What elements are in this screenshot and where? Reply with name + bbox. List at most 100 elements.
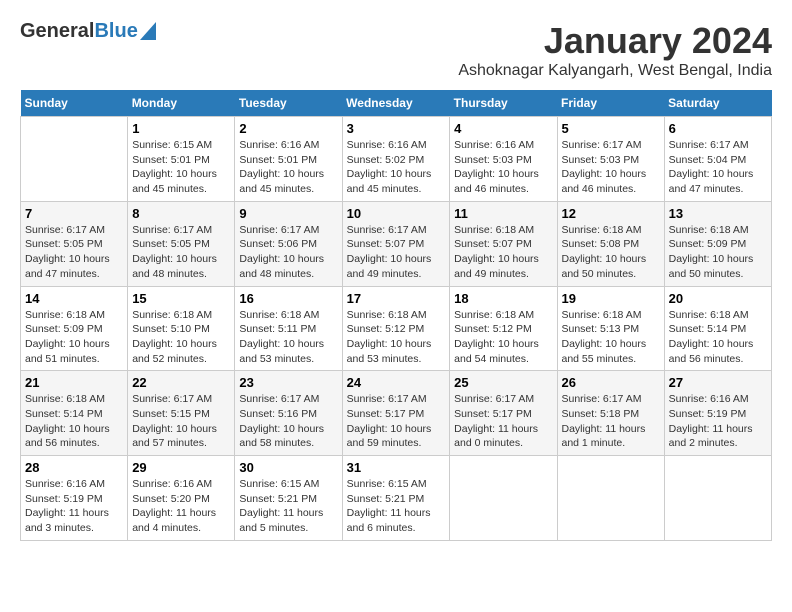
calendar-cell: 30 Sunrise: 6:15 AM Sunset: 5:21 PM Dayl… bbox=[235, 456, 342, 541]
day-info: Sunrise: 6:17 AM Sunset: 5:15 PM Dayligh… bbox=[132, 392, 230, 451]
column-header-saturday: Saturday bbox=[664, 90, 771, 117]
day-info: Sunrise: 6:18 AM Sunset: 5:14 PM Dayligh… bbox=[669, 308, 767, 367]
location-title: Ashoknagar Kalyangarh, West Bengal, Indi… bbox=[458, 62, 772, 80]
day-info: Sunrise: 6:16 AM Sunset: 5:02 PM Dayligh… bbox=[347, 138, 446, 197]
calendar-cell bbox=[450, 456, 557, 541]
day-number: 20 bbox=[669, 291, 767, 306]
day-info: Sunrise: 6:18 AM Sunset: 5:07 PM Dayligh… bbox=[454, 223, 552, 282]
calendar-cell: 31 Sunrise: 6:15 AM Sunset: 5:21 PM Dayl… bbox=[342, 456, 450, 541]
day-info: Sunrise: 6:18 AM Sunset: 5:14 PM Dayligh… bbox=[25, 392, 123, 451]
column-header-friday: Friday bbox=[557, 90, 664, 117]
calendar-cell: 23 Sunrise: 6:17 AM Sunset: 5:16 PM Dayl… bbox=[235, 371, 342, 456]
calendar-cell: 16 Sunrise: 6:18 AM Sunset: 5:11 PM Dayl… bbox=[235, 286, 342, 371]
day-info: Sunrise: 6:17 AM Sunset: 5:17 PM Dayligh… bbox=[454, 392, 552, 451]
logo-general-text: General bbox=[20, 20, 94, 43]
calendar-cell: 17 Sunrise: 6:18 AM Sunset: 5:12 PM Dayl… bbox=[342, 286, 450, 371]
day-number: 13 bbox=[669, 206, 767, 221]
day-number: 31 bbox=[347, 460, 446, 475]
day-info: Sunrise: 6:18 AM Sunset: 5:09 PM Dayligh… bbox=[25, 308, 123, 367]
calendar-cell: 13 Sunrise: 6:18 AM Sunset: 5:09 PM Dayl… bbox=[664, 201, 771, 286]
day-info: Sunrise: 6:18 AM Sunset: 5:10 PM Dayligh… bbox=[132, 308, 230, 367]
calendar-cell: 25 Sunrise: 6:17 AM Sunset: 5:17 PM Dayl… bbox=[450, 371, 557, 456]
calendar-week-5: 28 Sunrise: 6:16 AM Sunset: 5:19 PM Dayl… bbox=[21, 456, 772, 541]
calendar-cell: 8 Sunrise: 6:17 AM Sunset: 5:05 PM Dayli… bbox=[128, 201, 235, 286]
day-info: Sunrise: 6:17 AM Sunset: 5:16 PM Dayligh… bbox=[239, 392, 337, 451]
day-info: Sunrise: 6:17 AM Sunset: 5:06 PM Dayligh… bbox=[239, 223, 337, 282]
day-number: 7 bbox=[25, 206, 123, 221]
day-number: 4 bbox=[454, 121, 552, 136]
day-info: Sunrise: 6:17 AM Sunset: 5:17 PM Dayligh… bbox=[347, 392, 446, 451]
day-number: 18 bbox=[454, 291, 552, 306]
calendar-table: SundayMondayTuesdayWednesdayThursdayFrid… bbox=[20, 90, 772, 541]
calendar-cell: 19 Sunrise: 6:18 AM Sunset: 5:13 PM Dayl… bbox=[557, 286, 664, 371]
logo-blue-text: Blue bbox=[94, 20, 137, 43]
day-info: Sunrise: 6:16 AM Sunset: 5:19 PM Dayligh… bbox=[25, 477, 123, 536]
day-number: 11 bbox=[454, 206, 552, 221]
calendar-cell: 9 Sunrise: 6:17 AM Sunset: 5:06 PM Dayli… bbox=[235, 201, 342, 286]
day-number: 29 bbox=[132, 460, 230, 475]
day-number: 17 bbox=[347, 291, 446, 306]
day-number: 26 bbox=[562, 375, 660, 390]
day-info: Sunrise: 6:16 AM Sunset: 5:19 PM Dayligh… bbox=[669, 392, 767, 451]
day-number: 1 bbox=[132, 121, 230, 136]
calendar-cell: 2 Sunrise: 6:16 AM Sunset: 5:01 PM Dayli… bbox=[235, 117, 342, 202]
calendar-cell: 7 Sunrise: 6:17 AM Sunset: 5:05 PM Dayli… bbox=[21, 201, 128, 286]
day-number: 9 bbox=[239, 206, 337, 221]
calendar-cell: 18 Sunrise: 6:18 AM Sunset: 5:12 PM Dayl… bbox=[450, 286, 557, 371]
column-header-thursday: Thursday bbox=[450, 90, 557, 117]
logo: General Blue bbox=[20, 20, 156, 43]
day-number: 25 bbox=[454, 375, 552, 390]
day-info: Sunrise: 6:18 AM Sunset: 5:12 PM Dayligh… bbox=[454, 308, 552, 367]
calendar-cell bbox=[664, 456, 771, 541]
day-info: Sunrise: 6:18 AM Sunset: 5:12 PM Dayligh… bbox=[347, 308, 446, 367]
column-header-wednesday: Wednesday bbox=[342, 90, 450, 117]
calendar-cell: 29 Sunrise: 6:16 AM Sunset: 5:20 PM Dayl… bbox=[128, 456, 235, 541]
day-number: 21 bbox=[25, 375, 123, 390]
day-number: 19 bbox=[562, 291, 660, 306]
day-number: 12 bbox=[562, 206, 660, 221]
day-number: 23 bbox=[239, 375, 337, 390]
day-number: 6 bbox=[669, 121, 767, 136]
calendar-week-3: 14 Sunrise: 6:18 AM Sunset: 5:09 PM Dayl… bbox=[21, 286, 772, 371]
calendar-cell: 21 Sunrise: 6:18 AM Sunset: 5:14 PM Dayl… bbox=[21, 371, 128, 456]
calendar-week-4: 21 Sunrise: 6:18 AM Sunset: 5:14 PM Dayl… bbox=[21, 371, 772, 456]
column-header-tuesday: Tuesday bbox=[235, 90, 342, 117]
calendar-cell: 11 Sunrise: 6:18 AM Sunset: 5:07 PM Dayl… bbox=[450, 201, 557, 286]
calendar-header-row: SundayMondayTuesdayWednesdayThursdayFrid… bbox=[21, 90, 772, 117]
calendar-cell: 20 Sunrise: 6:18 AM Sunset: 5:14 PM Dayl… bbox=[664, 286, 771, 371]
day-info: Sunrise: 6:17 AM Sunset: 5:04 PM Dayligh… bbox=[669, 138, 767, 197]
calendar-week-2: 7 Sunrise: 6:17 AM Sunset: 5:05 PM Dayli… bbox=[21, 201, 772, 286]
title-section: January 2024 Ashoknagar Kalyangarh, West… bbox=[458, 20, 772, 80]
day-number: 14 bbox=[25, 291, 123, 306]
month-title: January 2024 bbox=[458, 20, 772, 62]
day-number: 8 bbox=[132, 206, 230, 221]
day-info: Sunrise: 6:18 AM Sunset: 5:08 PM Dayligh… bbox=[562, 223, 660, 282]
calendar-cell: 27 Sunrise: 6:16 AM Sunset: 5:19 PM Dayl… bbox=[664, 371, 771, 456]
day-number: 22 bbox=[132, 375, 230, 390]
calendar-cell: 12 Sunrise: 6:18 AM Sunset: 5:08 PM Dayl… bbox=[557, 201, 664, 286]
column-header-sunday: Sunday bbox=[21, 90, 128, 117]
calendar-cell bbox=[21, 117, 128, 202]
day-number: 5 bbox=[562, 121, 660, 136]
calendar-cell: 24 Sunrise: 6:17 AM Sunset: 5:17 PM Dayl… bbox=[342, 371, 450, 456]
calendar-week-1: 1 Sunrise: 6:15 AM Sunset: 5:01 PM Dayli… bbox=[21, 117, 772, 202]
calendar-cell: 22 Sunrise: 6:17 AM Sunset: 5:15 PM Dayl… bbox=[128, 371, 235, 456]
page-header: General Blue January 2024 Ashoknagar Kal… bbox=[20, 20, 772, 80]
day-info: Sunrise: 6:17 AM Sunset: 5:05 PM Dayligh… bbox=[132, 223, 230, 282]
logo-icon bbox=[140, 22, 156, 40]
calendar-cell: 4 Sunrise: 6:16 AM Sunset: 5:03 PM Dayli… bbox=[450, 117, 557, 202]
day-info: Sunrise: 6:17 AM Sunset: 5:03 PM Dayligh… bbox=[562, 138, 660, 197]
day-number: 24 bbox=[347, 375, 446, 390]
day-info: Sunrise: 6:17 AM Sunset: 5:18 PM Dayligh… bbox=[562, 392, 660, 451]
day-number: 27 bbox=[669, 375, 767, 390]
calendar-cell: 14 Sunrise: 6:18 AM Sunset: 5:09 PM Dayl… bbox=[21, 286, 128, 371]
calendar-cell: 1 Sunrise: 6:15 AM Sunset: 5:01 PM Dayli… bbox=[128, 117, 235, 202]
calendar-cell: 10 Sunrise: 6:17 AM Sunset: 5:07 PM Dayl… bbox=[342, 201, 450, 286]
day-number: 15 bbox=[132, 291, 230, 306]
calendar-cell bbox=[557, 456, 664, 541]
day-info: Sunrise: 6:18 AM Sunset: 5:09 PM Dayligh… bbox=[669, 223, 767, 282]
day-number: 16 bbox=[239, 291, 337, 306]
day-info: Sunrise: 6:16 AM Sunset: 5:01 PM Dayligh… bbox=[239, 138, 337, 197]
day-info: Sunrise: 6:15 AM Sunset: 5:01 PM Dayligh… bbox=[132, 138, 230, 197]
day-info: Sunrise: 6:18 AM Sunset: 5:11 PM Dayligh… bbox=[239, 308, 337, 367]
